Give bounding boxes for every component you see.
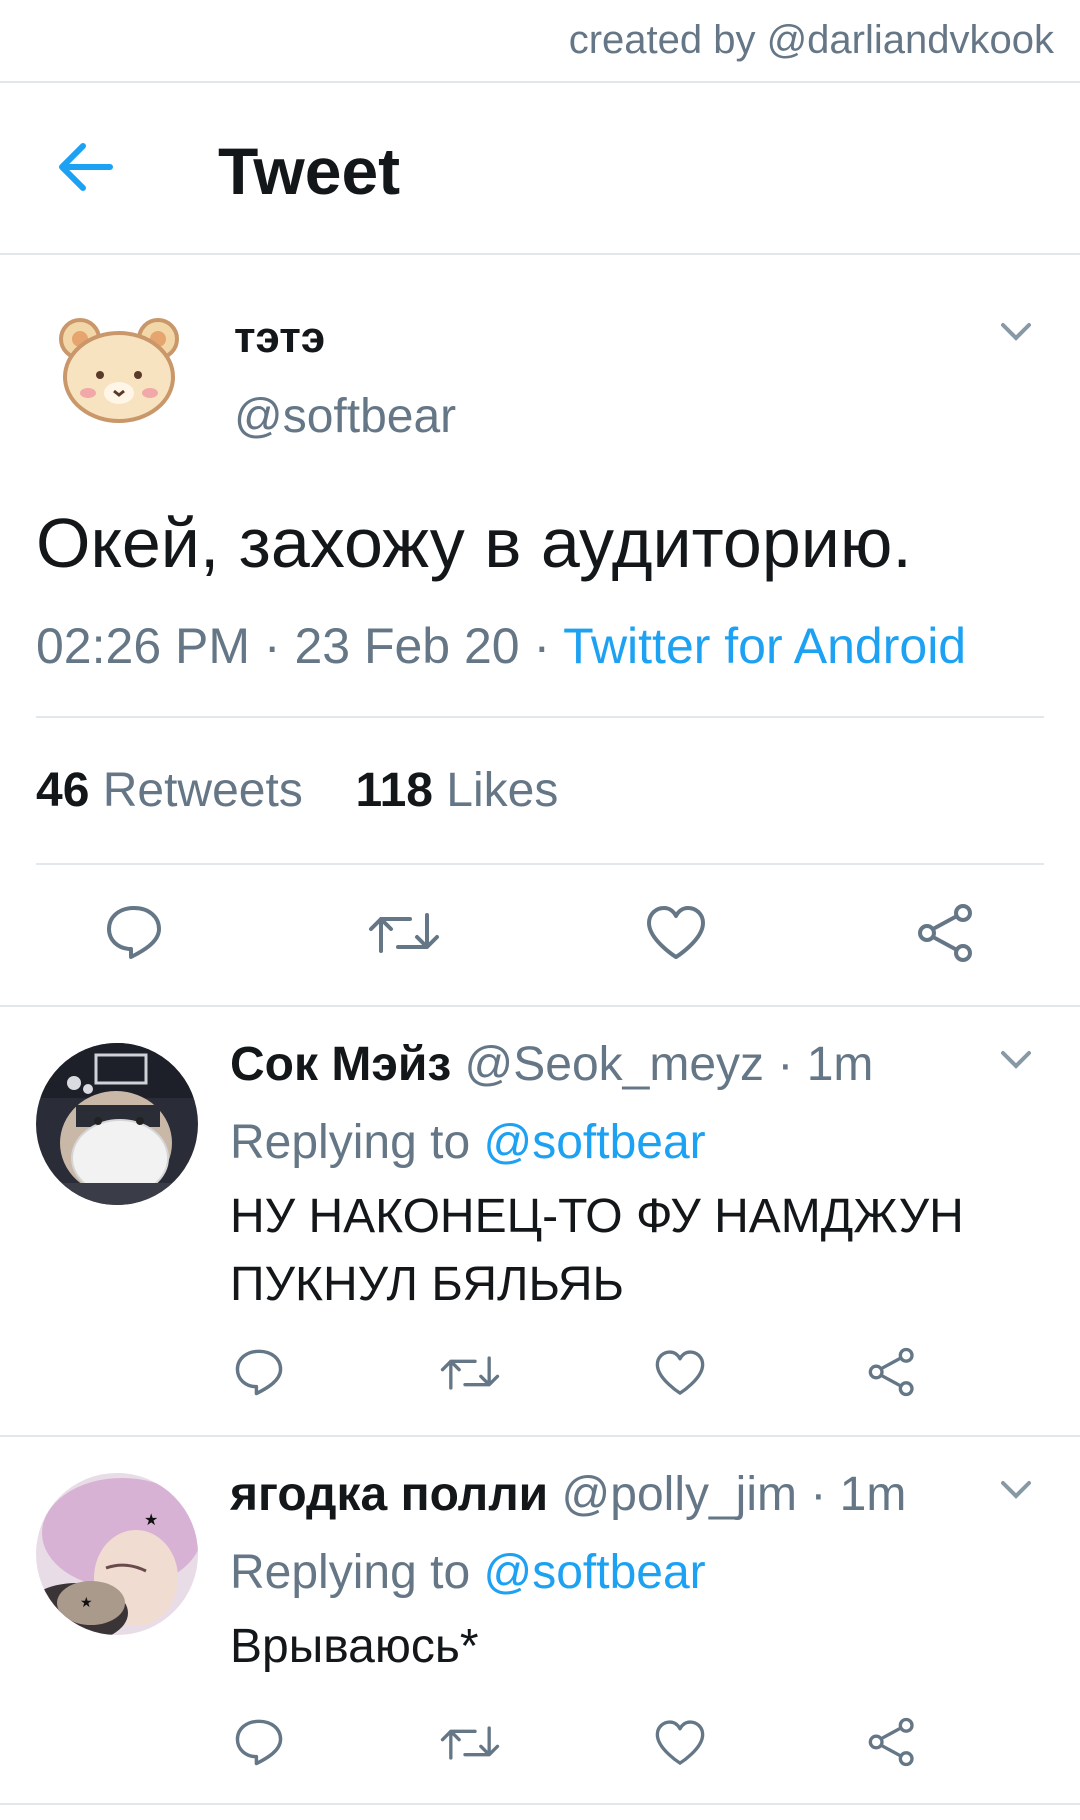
chevron-down-icon[interactable] [1000,321,1032,343]
replying-to: Replying to @softbear [230,1545,706,1600]
avatar[interactable] [36,1043,198,1205]
reply-icon[interactable] [105,903,163,961]
reply-icon[interactable] [234,1717,284,1767]
main-tweet: тэтэ @softbear Окей, захожу в аудиторию.… [0,253,1080,1007]
reply-text: НУ НАКОНЕЦ-ТО ФУ НАМДЖУН ПУКНУЛ БЯЛЬЯЬ [230,1190,964,1311]
share-icon[interactable] [915,903,977,963]
chevron-down-icon[interactable] [1000,1049,1032,1071]
share-icon[interactable] [866,1347,918,1397]
reply-author-handle[interactable]: @Seok_meyz · 1m [465,1038,874,1091]
tweet-time: 02:26 PM · 23 Feb 20 · [36,618,564,674]
replying-to-label: Replying to [230,1546,471,1599]
replying-to-link[interactable]: @softbear [483,1546,705,1599]
reply-tweet[interactable]: ★ ★ ягодка полли @polly_jim · 1m Replyin… [0,1437,1080,1805]
reply-text: Врываюсь* [230,1620,479,1673]
tweet-meta: 02:26 PM · 23 Feb 20 · Twitter for Andro… [36,617,966,675]
replying-to-label: Replying to [230,1116,471,1169]
reply-actions [0,1347,1080,1407]
author-handle[interactable]: @softbear [234,389,456,444]
reply-header: ягодка полли @polly_jim · 1m [230,1467,906,1522]
tweet-stats: 46 Retweets 118 Likes [36,763,558,818]
like-icon[interactable] [654,1719,706,1767]
replying-to: Replying to @softbear [230,1115,706,1170]
chevron-down-icon[interactable] [1000,1479,1032,1501]
share-icon[interactable] [866,1717,918,1767]
retweet-icon[interactable] [440,1721,500,1765]
reply-header: Сок Мэйз @Seok_meyz · 1m [230,1037,873,1092]
tweet-actions [0,903,1080,973]
retweet-icon[interactable] [368,907,440,959]
divider [36,716,1044,718]
reply-icon[interactable] [234,1347,284,1397]
tweet-text: Окей, захожу в аудиторию. [36,504,912,582]
retweets-label[interactable]: Retweets [103,764,303,817]
credit-text: created by @darliandvkook [568,18,1054,62]
like-icon[interactable] [654,1349,706,1397]
replying-to-link[interactable]: @softbear [483,1116,705,1169]
reply-tweet[interactable]: Сок Мэйз @Seok_meyz · 1m Replying to @so… [0,1007,1080,1437]
reply-author-handle[interactable]: @polly_jim · 1m [562,1468,907,1521]
retweets-count[interactable]: 46 [36,764,89,817]
avatar[interactable]: ★ ★ [36,1473,198,1635]
divider [36,863,1044,865]
tweet-source-link[interactable]: Twitter for Android [563,618,966,674]
reply-actions [0,1717,1080,1777]
likes-count[interactable]: 118 [356,764,433,817]
avatar[interactable] [58,315,180,425]
reply-author-name[interactable]: Сок Мэйз [230,1038,451,1091]
retweet-icon[interactable] [440,1351,500,1395]
page-title: Tweet [218,134,401,208]
svg-text:★: ★ [80,1594,93,1610]
svg-text:★: ★ [144,1512,158,1529]
reply-author-name[interactable]: ягодка полли [230,1468,548,1521]
author-name[interactable]: тэтэ [234,313,325,363]
likes-label[interactable]: Likes [446,764,558,817]
like-icon[interactable] [645,905,707,961]
back-arrow-icon[interactable] [55,141,113,193]
top-bar: Tweet [0,81,1080,255]
